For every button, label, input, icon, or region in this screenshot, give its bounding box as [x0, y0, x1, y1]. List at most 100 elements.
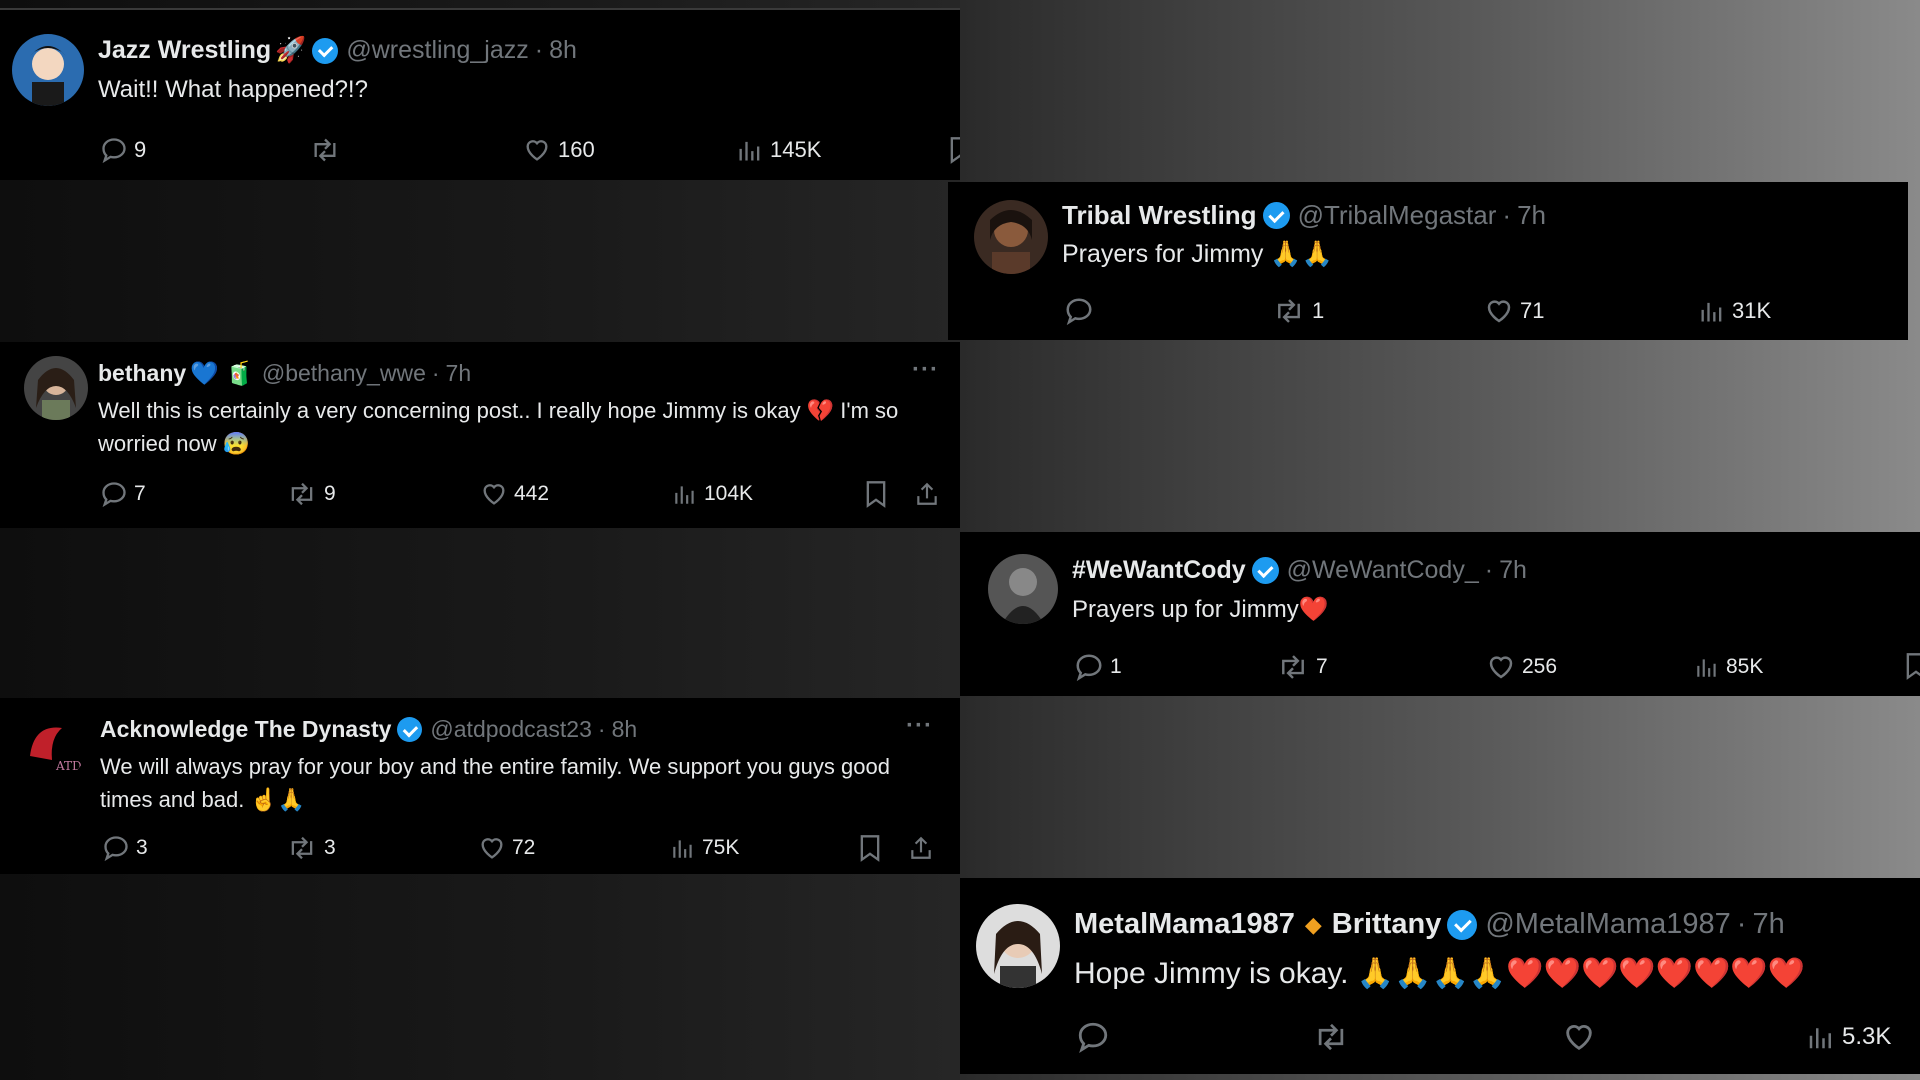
- repost-button[interactable]: [1312, 1020, 1356, 1054]
- like-button[interactable]: 256: [1486, 652, 1557, 682]
- avatar[interactable]: [12, 34, 84, 106]
- avatar[interactable]: [974, 200, 1048, 274]
- author-display-name[interactable]: Brittany: [1332, 908, 1442, 941]
- views-button[interactable]: 145K: [736, 136, 821, 164]
- like-count: 71: [1520, 298, 1545, 323]
- like-count: 72: [512, 836, 536, 859]
- like-count: 160: [558, 137, 595, 162]
- tweet-card-jazz-wrestling[interactable]: Jazz Wrestling 🚀 @wrestling_jazz · 8h Wa…: [0, 10, 960, 180]
- author-name[interactable]: #WeWantCody: [1072, 556, 1246, 585]
- timestamp[interactable]: 7h: [1499, 556, 1527, 585]
- repost-icon: [1318, 1023, 1344, 1051]
- views-icon: [675, 486, 694, 504]
- repost-button[interactable]: 7: [1276, 652, 1328, 682]
- author-handle[interactable]: @WeWantCody_: [1287, 556, 1479, 585]
- views-button[interactable]: 85K: [1694, 652, 1763, 682]
- reply-icon: [102, 482, 126, 508]
- views-icon: [673, 840, 692, 858]
- reply-button[interactable]: 3: [102, 834, 148, 862]
- like-button[interactable]: [1562, 1020, 1602, 1054]
- avatar[interactable]: [976, 904, 1060, 988]
- author-name[interactable]: Jazz Wrestling: [98, 36, 271, 65]
- like-icon: [483, 484, 505, 505]
- timestamp[interactable]: 7h: [446, 360, 472, 387]
- repost-count: 1: [1312, 298, 1325, 323]
- repost-count: 9: [324, 482, 336, 505]
- author-name[interactable]: MetalMama1987: [1074, 908, 1295, 941]
- more-options-button[interactable]: ···: [912, 356, 939, 384]
- like-button[interactable]: 72: [478, 834, 535, 862]
- avatar[interactable]: [988, 554, 1058, 624]
- repost-icon: [314, 138, 336, 162]
- bookmark-button[interactable]: [948, 136, 960, 164]
- reply-button[interactable]: 9: [100, 136, 146, 164]
- bookmark-button[interactable]: [858, 834, 882, 862]
- like-icon: [526, 140, 548, 161]
- separator-dot: ·: [431, 360, 440, 386]
- reply-icon: [104, 836, 128, 862]
- rocket-emoji: 🚀: [275, 36, 307, 64]
- repost-button[interactable]: 3: [286, 834, 336, 862]
- repost-button[interactable]: 9: [286, 480, 336, 508]
- view-count: 145K: [770, 137, 822, 162]
- separator-dot: ·: [534, 36, 544, 64]
- timestamp[interactable]: 7h: [1752, 908, 1784, 941]
- timestamp[interactable]: 8h: [612, 716, 638, 743]
- verified-badge-icon: [1262, 202, 1290, 229]
- author-handle[interactable]: @bethany_wwe: [262, 360, 426, 387]
- view-count: 85K: [1726, 655, 1764, 678]
- repost-button[interactable]: 1: [1272, 296, 1324, 326]
- author-handle[interactable]: @wrestling_jazz: [346, 36, 528, 65]
- like-icon: [1489, 656, 1513, 679]
- reply-button[interactable]: 7: [100, 480, 146, 508]
- like-button[interactable]: 71: [1484, 296, 1544, 326]
- repost-button[interactable]: [308, 136, 348, 164]
- author-name[interactable]: Acknowledge The Dynasty: [100, 716, 391, 743]
- verified-badge-icon: [1447, 909, 1478, 940]
- reply-button[interactable]: [1064, 296, 1100, 326]
- tweet-header: #WeWantCody @WeWantCody_ · 7h: [1072, 556, 1527, 585]
- tweet-card-metalmama1987[interactable]: MetalMama1987 ◆ Brittany @MetalMama1987 …: [960, 878, 1920, 1074]
- more-options-button[interactable]: ···: [906, 712, 933, 740]
- views-button[interactable]: 104K: [672, 480, 753, 508]
- tweet-text: Prayers up for Jimmy❤️: [1072, 596, 1329, 623]
- like-icon: [481, 838, 503, 859]
- bookmark-icon: [860, 835, 880, 862]
- tweet-text: Well this is certainly a very concerning…: [98, 398, 899, 456]
- avatar[interactable]: ATD: [22, 716, 86, 780]
- like-icon: [1566, 1025, 1592, 1051]
- author-name[interactable]: bethany: [98, 360, 186, 387]
- separator-dot: ·: [597, 716, 606, 742]
- tweet-card-bethany[interactable]: bethany 💙 🧃 @bethany_wwe · 7h ··· Well t…: [0, 342, 960, 528]
- repost-icon: [291, 836, 313, 860]
- tweet-text: Wait!! What happened?!?: [98, 76, 368, 103]
- author-handle[interactable]: @TribalMegastar: [1298, 200, 1497, 231]
- tweet-card-acknowledge-the-dynasty[interactable]: ATD Acknowledge The Dynasty @atdpodcast2…: [0, 698, 960, 874]
- avatar[interactable]: [24, 356, 88, 420]
- author-name[interactable]: Tribal Wrestling: [1062, 200, 1257, 231]
- views-button[interactable]: 31K: [1698, 296, 1771, 326]
- timestamp[interactable]: 7h: [1517, 200, 1546, 231]
- repost-count: 3: [324, 836, 336, 859]
- views-icon: [1809, 1028, 1831, 1049]
- share-button[interactable]: [914, 480, 940, 508]
- author-handle[interactable]: @MetalMama1987: [1485, 908, 1730, 941]
- bookmark-icon: [950, 137, 960, 164]
- views-button[interactable]: 5.3K: [1806, 1020, 1891, 1054]
- bookmark-button[interactable]: [864, 480, 888, 508]
- view-count: 31K: [1732, 298, 1772, 323]
- share-icon: [917, 482, 937, 505]
- verified-badge-icon: [312, 37, 339, 64]
- bookmark-button[interactable]: [1904, 652, 1920, 680]
- timestamp[interactable]: 8h: [549, 36, 577, 65]
- tweet-card-wewantcody[interactable]: #WeWantCody @WeWantCody_ · 7h Prayers up…: [960, 532, 1920, 696]
- like-button[interactable]: 442: [480, 480, 549, 508]
- repost-icon: [1278, 299, 1300, 323]
- share-button[interactable]: [908, 834, 934, 862]
- reply-button[interactable]: 1: [1074, 652, 1122, 682]
- reply-button[interactable]: [1076, 1020, 1116, 1054]
- tweet-card-tribal-wrestling[interactable]: Tribal Wrestling @TribalMegastar · 7h Pr…: [948, 182, 1908, 340]
- views-button[interactable]: 75K: [670, 834, 739, 862]
- like-button[interactable]: 160: [522, 136, 595, 164]
- author-handle[interactable]: @atdpodcast23: [430, 716, 591, 743]
